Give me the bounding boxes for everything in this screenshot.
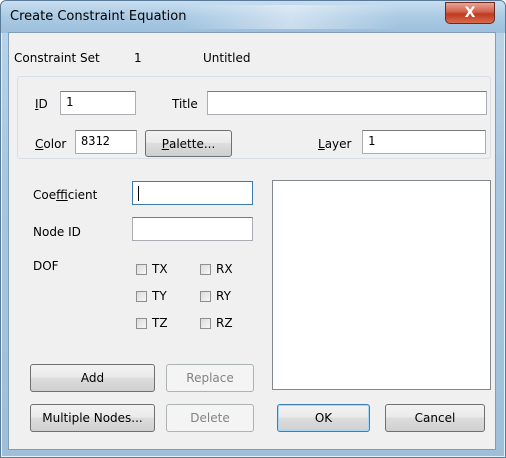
equation-terms-list[interactable] [272, 180, 491, 390]
replace-button[interactable]: Replace [166, 364, 254, 392]
layer-label: Layer [318, 137, 352, 151]
node-id-label: Node ID [33, 225, 81, 239]
dof-ry-checkbox[interactable]: RY [200, 289, 231, 303]
id-field[interactable]: 1 [60, 91, 136, 115]
coefficient-field[interactable] [132, 181, 253, 205]
dof-ty-checkbox[interactable]: TY [136, 289, 167, 303]
color-field[interactable]: 8312 [75, 130, 137, 154]
dof-rx-checkbox[interactable]: RX [200, 262, 233, 276]
checkbox-box[interactable] [136, 317, 147, 329]
dof-tx-checkbox[interactable]: TX [136, 262, 168, 276]
multiple-nodes-button[interactable]: Multiple Nodes... [30, 404, 155, 432]
dof-rx-label: RX [216, 262, 233, 276]
node-id-field[interactable] [132, 217, 253, 241]
color-label: Color [35, 137, 67, 151]
close-button[interactable]: X [445, 2, 495, 24]
dof-tz-checkbox[interactable]: TZ [136, 316, 168, 330]
checkbox-box[interactable] [200, 290, 211, 302]
checkbox-box[interactable] [136, 290, 147, 302]
id-label: ID [35, 97, 48, 111]
checkbox-box[interactable] [200, 317, 211, 329]
delete-button[interactable]: Delete [166, 404, 254, 432]
title-label: Title [172, 97, 198, 111]
title-bar-highlight [181, 5, 401, 29]
window-title: Create Constraint Equation [10, 9, 187, 24]
dof-rz-checkbox[interactable]: RZ [200, 316, 233, 330]
checkbox-box[interactable] [136, 263, 147, 275]
checkbox-box[interactable] [200, 263, 211, 275]
constraint-set-name: Untitled [203, 51, 251, 65]
title-bar[interactable]: Create Constraint Equation X [1, 1, 505, 33]
dof-rz-label: RZ [216, 316, 233, 330]
dof-ry-label: RY [216, 289, 231, 303]
layer-field[interactable]: 1 [362, 130, 486, 154]
constraint-set-number: 1 [134, 51, 142, 65]
dof-tx-label: TX [152, 262, 168, 276]
ok-button[interactable]: OK [277, 404, 370, 432]
constraint-set-label: Constraint Set [14, 51, 100, 65]
dof-tz-label: TZ [152, 316, 168, 330]
coefficient-label: Coefficient [33, 188, 98, 202]
dof-label: DOF [33, 259, 59, 273]
palette-button[interactable]: Palette... [145, 130, 232, 157]
text-caret [138, 186, 139, 201]
cancel-button[interactable]: Cancel [385, 404, 485, 432]
title-field[interactable] [207, 91, 487, 115]
add-button[interactable]: Add [30, 364, 155, 392]
dof-ty-label: TY [152, 289, 167, 303]
